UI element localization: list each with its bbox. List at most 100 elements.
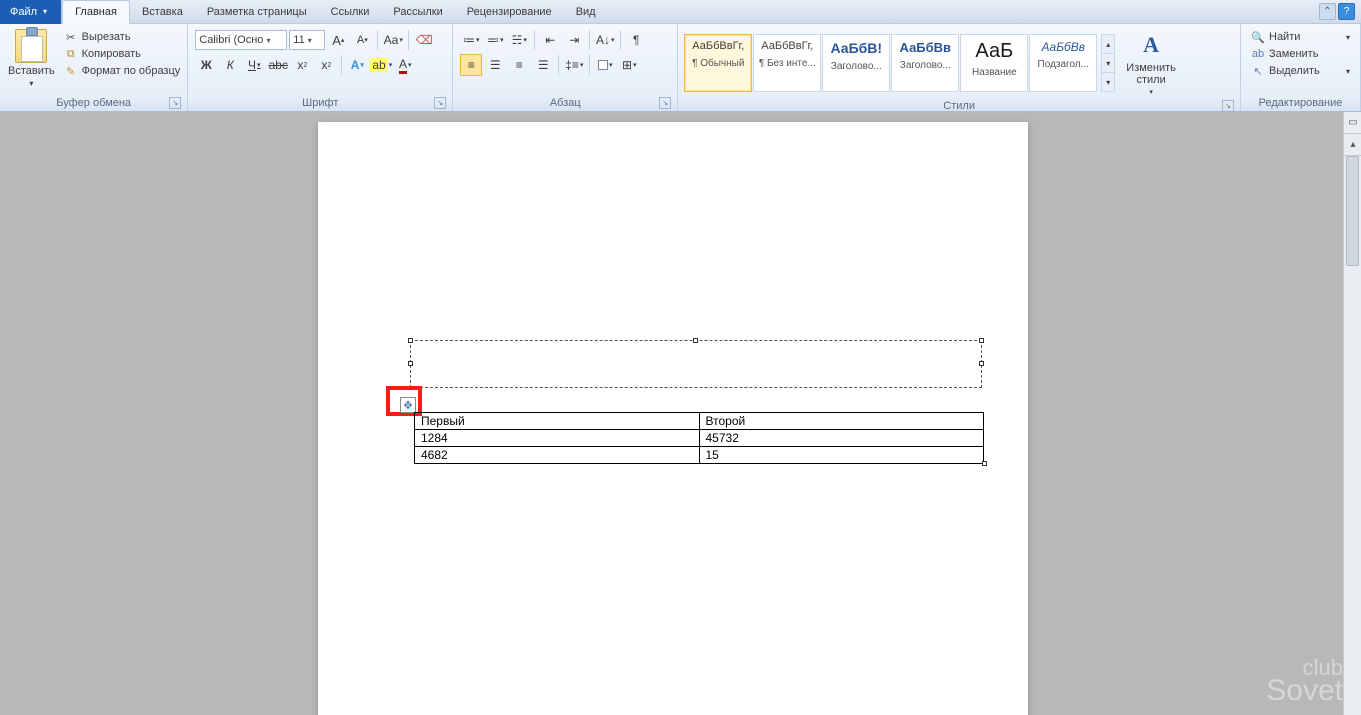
underline-button[interactable]: Ч [243, 54, 265, 76]
table-cell[interactable]: 15 [699, 447, 984, 464]
paste-button[interactable]: Вставить ▾ [4, 27, 59, 90]
selection-rectangle[interactable] [410, 340, 982, 388]
styles-scroll: ▴ ▾ ▾ [1101, 34, 1115, 92]
borders-button[interactable]: ⊞ [618, 54, 640, 76]
scroll-up-button[interactable]: ▴ [1344, 134, 1361, 156]
tab-file[interactable]: Файл ▾ [0, 0, 62, 24]
table-row[interactable]: 128445732 [415, 430, 984, 447]
table-resize-handle[interactable] [982, 461, 987, 466]
style-preview: АаБбВвГг, [692, 41, 744, 52]
tab-mailings[interactable]: Рассылки [381, 0, 454, 24]
styles-scroll-up[interactable]: ▴ [1102, 35, 1114, 54]
style-preview: АаБ [975, 41, 1013, 61]
tab-insert[interactable]: Вставка [130, 0, 195, 24]
paragraph-launcher[interactable]: ↘ [659, 97, 671, 109]
document-table[interactable]: ПервыйВторой128445732468215 [414, 412, 984, 464]
ribbon-windowbuttons: ⌃ ? [1319, 3, 1355, 20]
chevron-down-icon: ▾ [1149, 88, 1153, 96]
style-preview: АаБбВв [900, 41, 952, 54]
decrease-indent-button[interactable]: ⇤ [539, 29, 561, 51]
table-cell[interactable]: 45732 [699, 430, 984, 447]
styles-scroll-down[interactable]: ▾ [1102, 54, 1114, 73]
style-name: ¶ Без инте... [756, 58, 818, 69]
scrollbar-thumb[interactable] [1346, 156, 1359, 266]
tab-page-layout[interactable]: Разметка страницы [195, 0, 319, 24]
style-item-1[interactable]: АаБбВвГг,¶ Без инте... [753, 34, 821, 92]
group-font-label: Шрифт ↘ [192, 96, 448, 111]
style-item-5[interactable]: АаБбВв Подзагол... [1029, 34, 1097, 92]
ruler-toggle[interactable]: ▭ [1344, 112, 1361, 134]
font-launcher[interactable]: ↘ [434, 97, 446, 109]
table-move-handle[interactable]: ✥ [400, 397, 416, 413]
style-item-0[interactable]: АаБбВвГг,¶ Обычный [684, 34, 752, 92]
table-cell[interactable]: 1284 [415, 430, 700, 447]
group-editing: 🔍 Найти ▾ ab Заменить ↖ Выделить ▾ Редак… [1241, 24, 1361, 111]
align-right-button[interactable]: ≡ [508, 54, 530, 76]
styles-more[interactable]: ▾ [1102, 73, 1114, 91]
minimize-ribbon-button[interactable]: ⌃ [1319, 3, 1336, 20]
styles-launcher[interactable]: ↘ [1222, 100, 1234, 112]
tab-view[interactable]: Вид [564, 0, 608, 24]
bullets-button[interactable]: ≔ [460, 29, 482, 51]
text-effects-button[interactable]: A [346, 54, 368, 76]
strike-button[interactable]: abc [267, 54, 289, 76]
scissors-icon: ✂ [64, 30, 78, 44]
help-button[interactable]: ? [1338, 3, 1355, 20]
find-button[interactable]: 🔍 Найти ▾ [1249, 29, 1352, 45]
align-center-button[interactable]: ☰ [484, 54, 506, 76]
clear-format-button[interactable]: ⌫ [413, 29, 435, 51]
bold-button[interactable]: Ж [195, 54, 217, 76]
replace-icon: ab [1251, 47, 1265, 61]
group-paragraph-label: Абзац ↘ [457, 96, 673, 111]
increase-indent-button[interactable]: ⇥ [563, 29, 585, 51]
justify-button[interactable]: ☰ [532, 54, 554, 76]
shrink-font-button[interactable]: A▾ [351, 29, 373, 51]
shading-button[interactable] [594, 54, 616, 76]
grow-font-button[interactable]: A▴ [327, 29, 349, 51]
show-marks-button[interactable]: ¶ [625, 29, 647, 51]
tab-references[interactable]: Ссылки [319, 0, 382, 24]
ribbon: Вставить ▾ ✂ Вырезать ⧉ Копировать ✎ Фор… [0, 24, 1361, 112]
line-spacing-button[interactable]: ‡≡ [563, 54, 585, 76]
font-name-combo[interactable]: Calibri (Осно▾ [195, 30, 287, 50]
table-cell[interactable]: Второй [699, 413, 984, 430]
style-item-3[interactable]: АаБбВв Заголово... [891, 34, 959, 92]
tab-home[interactable]: Главная [62, 0, 130, 24]
group-font: Calibri (Осно▾ 11▾ A▴ A▾ Aa ⌫ Ж К Ч abc … [188, 24, 453, 111]
change-styles-button[interactable]: A Изменить стили ▾ [1121, 27, 1181, 99]
group-paragraph: ≔ ≕ ☵ ⇤ ⇥ A↓ ¶ ≡ ☰ ≡ ☰ ‡≡ ⊞ [453, 24, 678, 111]
change-case-button[interactable]: Aa [382, 29, 404, 51]
cut-button[interactable]: ✂ Вырезать [61, 29, 184, 45]
subscript-button[interactable]: x2 [291, 54, 313, 76]
table-cell[interactable]: Первый [415, 413, 700, 430]
superscript-button[interactable]: x2 [315, 54, 337, 76]
replace-button[interactable]: ab Заменить [1249, 46, 1352, 62]
clipboard-launcher[interactable]: ↘ [169, 97, 181, 109]
multilevel-button[interactable]: ☵ [508, 29, 530, 51]
italic-button[interactable]: К [219, 54, 241, 76]
style-item-2[interactable]: АаБбВ!Заголово... [822, 34, 890, 92]
numbering-button[interactable]: ≕ [484, 29, 506, 51]
format-painter-button[interactable]: ✎ Формат по образцу [61, 63, 184, 79]
vertical-scrollbar[interactable]: ▭ ▴ [1343, 112, 1361, 715]
style-item-4[interactable]: АаБНазвание [960, 34, 1028, 92]
font-color-button[interactable]: A [394, 54, 416, 76]
select-button[interactable]: ↖ Выделить ▾ [1249, 63, 1352, 79]
sort-button[interactable]: A↓ [594, 29, 616, 51]
style-name: Заголово... [894, 60, 956, 71]
style-preview: АаБбВв [1042, 41, 1086, 53]
scrollbar-track[interactable] [1344, 156, 1361, 715]
table-cell[interactable]: 4682 [415, 447, 700, 464]
paste-label: Вставить [8, 65, 55, 77]
table-row[interactable]: 468215 [415, 447, 984, 464]
align-left-button[interactable]: ≡ [460, 54, 482, 76]
highlight-button[interactable]: ab [370, 54, 392, 76]
font-size-combo[interactable]: 11▾ [289, 30, 325, 50]
document-workspace[interactable]: ✥ ПервыйВторой128445732468215 [0, 112, 1343, 715]
table-row[interactable]: ПервыйВторой [415, 413, 984, 430]
copy-button[interactable]: ⧉ Копировать [61, 46, 184, 62]
tab-review[interactable]: Рецензирование [455, 0, 564, 24]
style-name: Подзагол... [1032, 59, 1094, 70]
document-page[interactable]: ✥ ПервыйВторой128445732468215 [318, 122, 1028, 715]
group-styles: АаБбВвГг,¶ ОбычныйАаБбВвГг,¶ Без инте...… [678, 24, 1241, 111]
